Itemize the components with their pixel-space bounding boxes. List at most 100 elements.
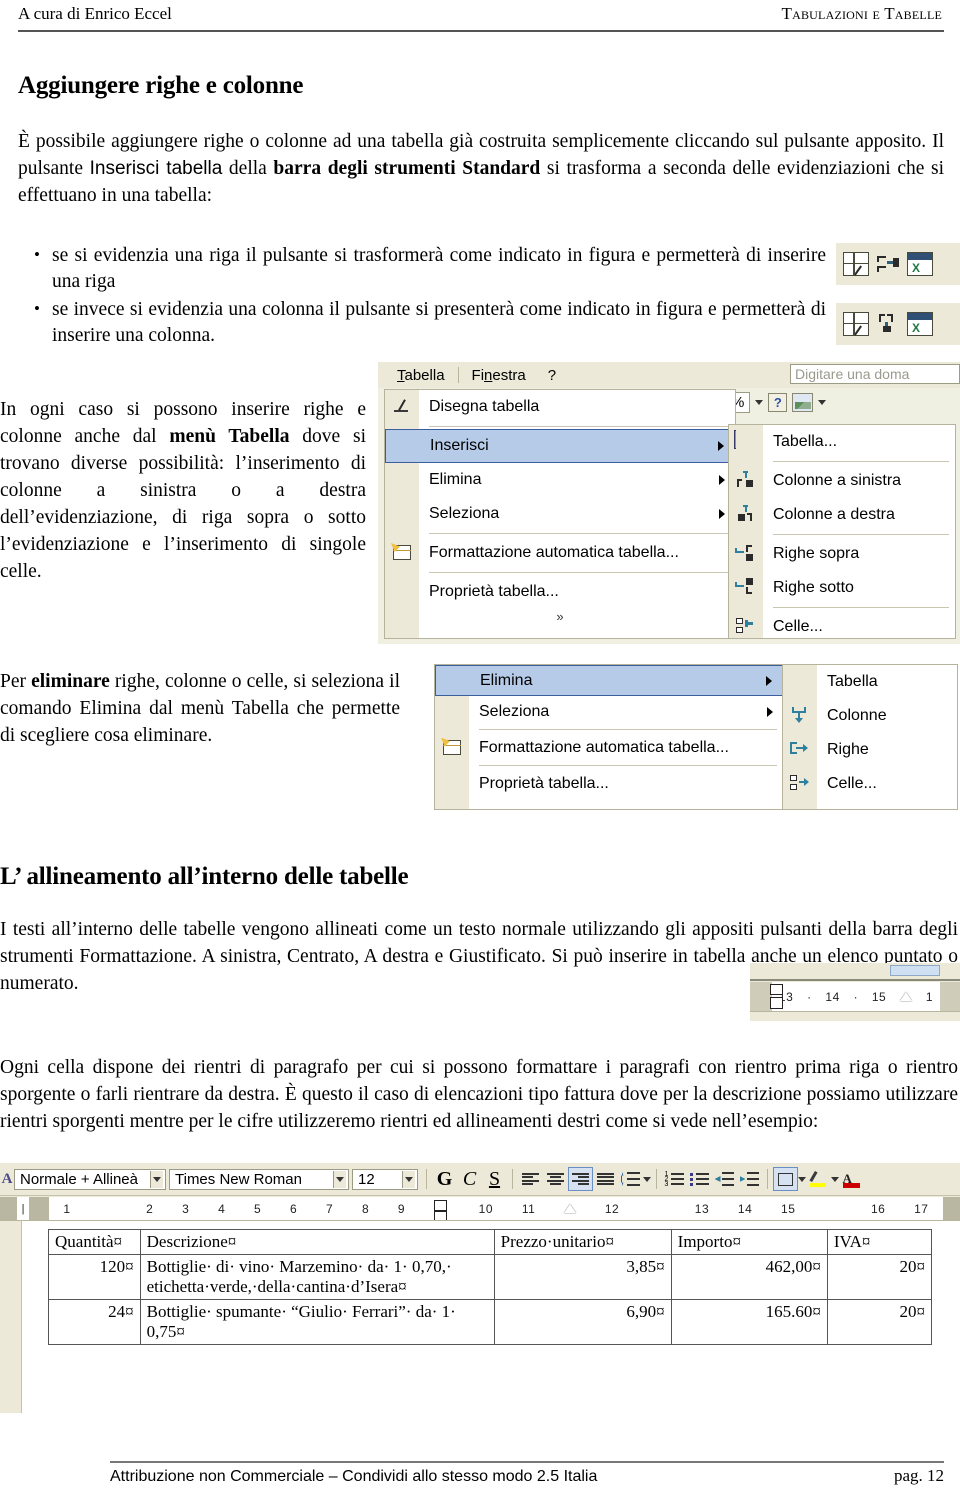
help-button[interactable]: ? <box>768 393 788 412</box>
hanging-indent-marker[interactable] <box>564 1204 577 1213</box>
cell-importo: 462,00¤ <box>670 1254 828 1300</box>
menu-divider <box>479 765 777 766</box>
document-ruler[interactable]: | 1 2 3 4 5 6 7 8 9 10 11 12 13 14 15 16… <box>0 1197 960 1221</box>
ruler-tick: 15 <box>781 1201 796 1216</box>
justify-button[interactable] <box>593 1167 618 1191</box>
menu-item-label: Seleziona <box>429 505 500 522</box>
chevron-down-icon[interactable] <box>831 1176 839 1182</box>
example-invoice-table: Quantità¤ Descrizione¤ Prezzo·unitario¤ … <box>48 1229 932 1405</box>
word-table-menu-screenshot: Tabella Finestra ? Digitare una doma 100… <box>378 362 960 644</box>
menu-item-elimina[interactable]: Elimina <box>385 463 735 497</box>
table-header-cell: Importo¤ <box>670 1229 828 1255</box>
borders-button[interactable] <box>773 1167 798 1191</box>
tabella-dropdown-menu: Disegna tabella Inserisci Elimina Selezi… <box>384 389 736 639</box>
ruler-tick: 17 <box>914 1201 929 1216</box>
menu-finestra[interactable]: Finestra <box>461 365 537 386</box>
menu-item-label: Colonne <box>827 707 887 724</box>
submenu-item-tabella[interactable]: Tabella <box>783 665 957 699</box>
formatting-toolbar: A Normale + Allineà Times New Roman 12 G… <box>0 1163 960 1196</box>
menu-item-formattazione-automatica[interactable]: Formattazione automatica tabella... <box>385 536 735 570</box>
ruler-tick: 12 <box>604 1201 620 1216</box>
inserisci-tabella-label: Inserisci tabella <box>89 158 223 179</box>
list-item: se invece si evidenzia una colonna il pu… <box>26 296 826 349</box>
menu-item-label: Celle... <box>827 775 877 792</box>
menu-item-label: Formattazione automatica tabella... <box>479 738 729 756</box>
align-right-button[interactable] <box>568 1167 593 1191</box>
menu-item-label: Righe sopra <box>773 545 860 562</box>
submenu-item-celle[interactable]: Celle... <box>783 767 957 801</box>
document-canvas: Quantità¤ Descrizione¤ Prezzo·unitario¤ … <box>0 1221 960 1413</box>
style-combo[interactable]: Normale + Allineà <box>14 1168 166 1190</box>
menu-item-label: Righe sotto <box>773 579 854 596</box>
align-center-button[interactable] <box>543 1167 568 1191</box>
submenu-item-colonne[interactable]: Colonne <box>783 699 957 733</box>
section-title-allineamento: L’ allineamento all’interno delle tabell… <box>0 863 409 890</box>
menu-item-disegna-tabella[interactable]: Disegna tabella <box>385 390 735 424</box>
scrollbar-thumb[interactable] <box>890 965 940 976</box>
hanging-indent-marker[interactable] <box>900 992 913 1001</box>
chevron-down-icon[interactable] <box>405 1176 413 1182</box>
expand-menu-chevron-icon[interactable]: » <box>385 609 735 631</box>
horizontal-ruler[interactable]: 13 · 14 · 15 1 <box>750 982 960 1012</box>
chevron-down-icon[interactable] <box>153 1176 161 1182</box>
bold-button[interactable]: G <box>432 1167 457 1191</box>
menu-item-inserisci[interactable]: Inserisci <box>385 429 735 463</box>
delete-column-icon <box>788 705 812 727</box>
invoice-table: Quantità¤ Descrizione¤ Prezzo·unitario¤ … <box>48 1229 932 1345</box>
menu-help[interactable]: ? <box>537 365 567 386</box>
ruler-tick: 8 <box>361 1201 370 1216</box>
menu-item-seleziona[interactable]: Seleziona <box>435 696 783 727</box>
chevron-down-icon[interactable] <box>336 1176 344 1182</box>
menu-item-label: Proprietà tabella... <box>429 583 559 600</box>
chevron-down-icon[interactable] <box>818 400 827 405</box>
table-header-cell: Descrizione¤ <box>139 1229 495 1255</box>
ruler-tick: 14 <box>825 989 840 1004</box>
ruler-ticks: 1 2 3 4 5 6 7 8 9 10 11 12 13 14 15 16 1… <box>49 1199 943 1220</box>
submenu-item-celle[interactable]: Celle... <box>729 610 955 644</box>
chevron-down-icon[interactable] <box>798 1176 806 1182</box>
underline-button[interactable]: S <box>482 1167 507 1191</box>
cell-descrizione: Bottiglie· spumante· “Giulio· Ferrari”· … <box>139 1299 495 1345</box>
font-combo[interactable]: Times New Roman <box>169 1168 349 1190</box>
menu-item-label: Colonne a destra <box>773 506 895 523</box>
italic-button[interactable]: C <box>457 1167 482 1191</box>
style-indicator-icon: A <box>1 1170 13 1187</box>
ruler-tick: 4 <box>218 1201 226 1216</box>
first-line-indent-marker[interactable] <box>433 1199 447 1211</box>
page-footer: Attribuzione non Commerciale – Condividi… <box>110 1466 944 1486</box>
highlight-button[interactable] <box>806 1167 831 1191</box>
submenu-item-righe-sopra[interactable]: Righe sopra <box>729 537 955 571</box>
increase-indent-button[interactable] <box>737 1167 762 1191</box>
font-size-combo[interactable]: 12 <box>352 1168 418 1190</box>
inserisci-submenu: Tabella... Colonne a sinistra Colonne a … <box>728 424 956 639</box>
left-indent-marker[interactable] <box>433 1210 447 1220</box>
submenu-item-righe[interactable]: Righe <box>783 733 957 767</box>
picture-button[interactable] <box>792 393 814 412</box>
chevron-down-icon[interactable] <box>643 1176 651 1182</box>
ask-a-question-box[interactable]: Digitare una doma <box>790 364 960 384</box>
menu-item-proprieta-tabella[interactable]: Proprietà tabella... <box>385 575 735 609</box>
submenu-item-colonne-a-sinistra[interactable]: Colonne a sinistra <box>729 464 955 498</box>
footer-divider <box>110 1461 944 1463</box>
first-line-indent-marker[interactable] <box>770 984 783 995</box>
submenu-item-colonne-a-destra[interactable]: Colonne a destra <box>729 498 955 532</box>
excel-sheet-icon: X <box>907 312 933 336</box>
numbered-list-button[interactable]: 1 2 3 <box>662 1167 687 1191</box>
left-indent-marker[interactable] <box>770 997 783 1009</box>
ruler-tick: 1 <box>63 1201 71 1216</box>
font-color-button[interactable]: A <box>839 1167 864 1191</box>
menu-item-seleziona[interactable]: Seleziona <box>385 497 735 531</box>
cell-prezzo: 3,85¤ <box>493 1254 672 1300</box>
submenu-item-tabella[interactable]: Tabella... <box>729 425 955 459</box>
insert-column-icon <box>876 313 900 335</box>
align-left-button[interactable] <box>518 1167 543 1191</box>
line-spacing-button[interactable] <box>618 1167 643 1191</box>
chevron-down-icon[interactable] <box>755 400 764 405</box>
menu-tabella[interactable]: Tabella <box>386 365 456 386</box>
decrease-indent-button[interactable] <box>712 1167 737 1191</box>
menu-item-formattazione-automatica[interactable]: Formattazione automatica tabella... <box>435 732 783 763</box>
menu-item-proprieta-tabella[interactable]: Proprietà tabella... <box>435 768 783 799</box>
bulleted-list-button[interactable] <box>687 1167 712 1191</box>
submenu-item-righe-sotto[interactable]: Righe sotto <box>729 571 955 605</box>
menu-item-elimina[interactable]: Elimina <box>435 665 783 696</box>
